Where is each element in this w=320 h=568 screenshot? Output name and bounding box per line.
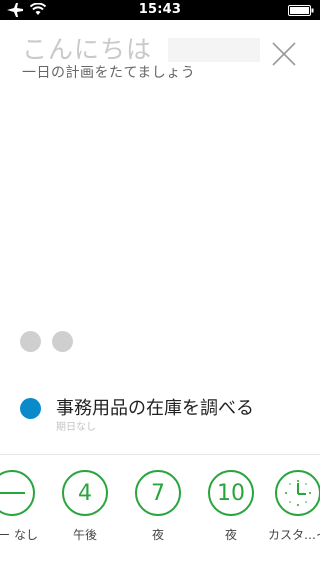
status-bar: 15:43 <box>0 0 320 20</box>
task-checkbox[interactable] <box>20 398 41 419</box>
close-icon[interactable] <box>270 40 298 68</box>
option-label: ー なし <box>0 528 38 542</box>
divider <box>0 454 320 455</box>
option-label: 夜 <box>151 528 164 542</box>
snooze-options: ー なし 4 午後 7 夜 10 夜 カスタ…イ <box>0 470 320 568</box>
page-dot[interactable] <box>52 331 73 352</box>
planning-subtitle: 一日の計画をたてましょう <box>22 65 196 81</box>
clock-icon <box>275 470 320 516</box>
option-number: 4 <box>62 470 108 516</box>
option-label: 午後 <box>72 528 97 542</box>
option-night[interactable]: 10 夜 <box>201 470 261 543</box>
battery-icon <box>288 5 314 16</box>
page-indicator[interactable] <box>20 331 73 352</box>
option-afternoon[interactable]: 4 午後 <box>55 470 115 543</box>
task-title: 事務用品の在庫を調べる <box>56 398 254 419</box>
redacted-name <box>168 38 260 62</box>
option-label: 夜 <box>224 528 237 542</box>
option-evening[interactable]: 7 夜 <box>128 470 188 543</box>
page-dot[interactable] <box>20 331 41 352</box>
minus-icon <box>0 470 35 516</box>
option-none[interactable]: ー なし <box>0 470 42 543</box>
status-time: 15:43 <box>138 2 182 17</box>
task-due-date: 期日なし <box>56 422 96 433</box>
option-number: 10 <box>208 470 254 516</box>
greeting-title: こんにちは <box>22 35 153 64</box>
option-label: カスタ…イ <box>268 528 320 542</box>
option-number: 7 <box>135 470 181 516</box>
option-custom[interactable]: カスタ…イ <box>268 470 320 543</box>
